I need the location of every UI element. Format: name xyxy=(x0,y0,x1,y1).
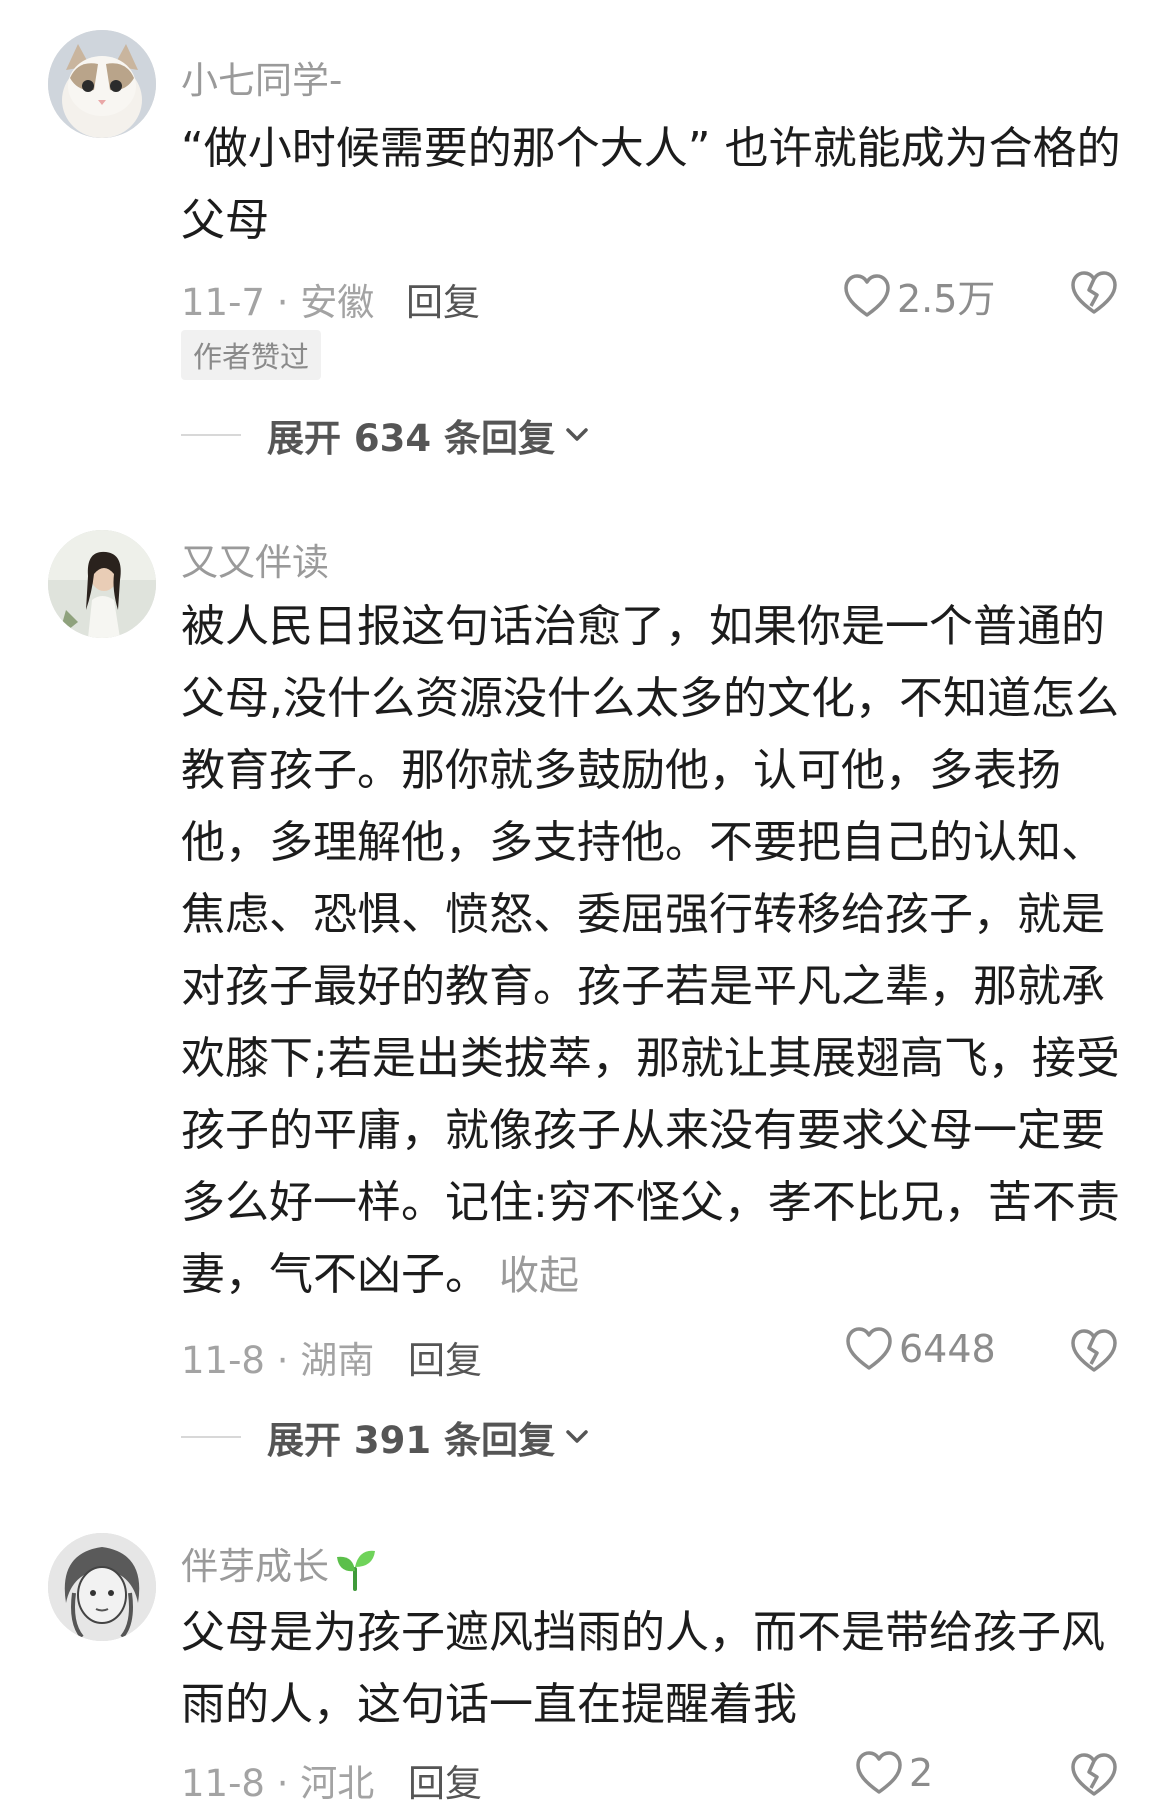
chevron-down-icon xyxy=(566,428,588,441)
reply-button[interactable]: 回复 xyxy=(408,1330,482,1384)
avatar[interactable] xyxy=(48,30,156,138)
like-button[interactable]: 2.5万 xyxy=(843,268,995,323)
chevron-down-icon xyxy=(566,1430,588,1443)
heart-outline-icon xyxy=(844,273,890,317)
dislike-button[interactable] xyxy=(1070,1752,1118,1798)
heart-outline-icon xyxy=(856,1751,902,1794)
like-count: 2 xyxy=(909,1751,934,1795)
author-liked-badge: 作者赞过 xyxy=(181,330,322,380)
reply-button[interactable]: 回复 xyxy=(408,1753,482,1807)
heart-outline-icon xyxy=(846,1327,892,1370)
like-button[interactable]: 6448 xyxy=(845,1326,996,1372)
expand-label: 展开 391 条回复 xyxy=(267,1419,555,1462)
seedling-icon xyxy=(337,1550,375,1591)
date-location: 11-8 · 湖南 xyxy=(181,1339,375,1382)
reply-button[interactable]: 回复 xyxy=(406,272,480,326)
dislike-button[interactable] xyxy=(1070,270,1118,316)
collapse-button[interactable]: 收起 xyxy=(499,1253,579,1299)
username[interactable]: 又又伴读 xyxy=(181,532,329,586)
comment-text-content: 被人民日报这句话治愈了，如果你是一个普通的父母,没什么资源没什么太多的文化，不知… xyxy=(181,601,1120,1300)
expand-label: 展开 634 条回复 xyxy=(267,417,555,460)
comment-text: 被人民日报这句话治愈了，如果你是一个普通的父母,没什么资源没什么太多的文化，不知… xyxy=(181,591,1141,1312)
divider-line xyxy=(181,1436,241,1438)
expand-replies-button[interactable]: 展开 634 条回复 xyxy=(181,408,589,462)
username[interactable]: 小七同学- xyxy=(181,50,342,104)
like-count: 2.5万 xyxy=(897,277,996,321)
dislike-button[interactable] xyxy=(1070,1328,1118,1374)
username[interactable]: 伴芽成长 xyxy=(181,1536,377,1591)
username-text: 伴芽成长 xyxy=(181,1545,329,1588)
comment-text: “做小时候需要的那个大人” 也许就能成为合格的父母 xyxy=(181,123,1121,246)
like-count: 6448 xyxy=(899,1327,996,1371)
broken-heart-icon xyxy=(1071,1329,1117,1372)
avatar[interactable] xyxy=(48,1533,156,1641)
comment-text: 父母是为孩子遮风挡雨的人，而不是带给孩子风雨的人，这句话一直在提醒着我 xyxy=(181,1607,1105,1730)
divider-line xyxy=(181,434,241,436)
avatar[interactable] xyxy=(48,530,156,638)
broken-heart-icon xyxy=(1071,271,1117,314)
date-location: 11-8 · 河北 xyxy=(181,1762,375,1805)
broken-heart-icon xyxy=(1071,1753,1117,1796)
like-button[interactable]: 2 xyxy=(855,1750,933,1796)
date-location: 11-7 · 安徽 xyxy=(181,281,375,324)
expand-replies-button[interactable]: 展开 391 条回复 xyxy=(181,1410,589,1464)
